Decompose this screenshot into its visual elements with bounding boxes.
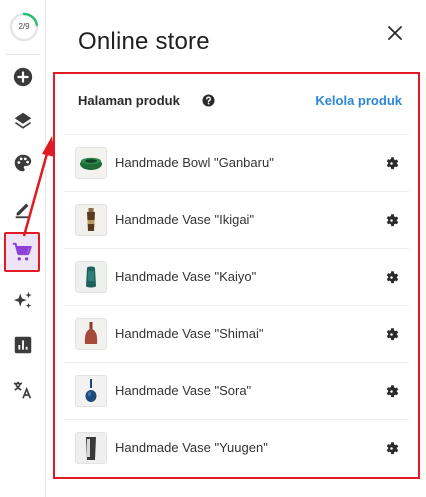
setup-progress-label: 2/9 (18, 22, 30, 31)
product-row[interactable]: Handmade Vase "Yuugen" (64, 419, 409, 476)
left-toolbar: 2/9 (0, 0, 46, 497)
close-icon (388, 26, 402, 40)
section-title: Halaman produk (78, 93, 180, 108)
chart-icon (14, 336, 32, 354)
product-name: Handmade Vase "Kaiyo" (115, 269, 257, 284)
product-name: Handmade Vase "Shimai" (115, 326, 264, 341)
gear-icon[interactable] (384, 327, 399, 342)
help-icon[interactable] (202, 94, 215, 107)
manage-products-link[interactable]: Kelola produk (315, 93, 402, 108)
product-thumbnail (75, 261, 107, 293)
online-store-button[interactable] (4, 232, 40, 272)
gear-icon[interactable] (384, 156, 399, 171)
gear-icon[interactable] (384, 384, 399, 399)
add-button[interactable] (7, 61, 39, 93)
layers-button[interactable] (7, 105, 39, 137)
translate-icon (13, 381, 32, 399)
gear-icon[interactable] (384, 270, 399, 285)
translate-button[interactable] (7, 374, 39, 406)
close-button[interactable] (384, 22, 406, 44)
product-row[interactable]: Handmade Vase "Sora" (64, 362, 409, 419)
product-name: Handmade Vase "Sora" (115, 383, 252, 398)
product-row[interactable]: Handmade Vase "Shimai" (64, 305, 409, 362)
product-thumbnail (75, 432, 107, 464)
product-row[interactable]: Handmade Bowl "Ganbaru" (64, 134, 409, 191)
add-icon (13, 67, 33, 87)
product-name: Handmade Bowl "Ganbaru" (115, 155, 274, 170)
rail-divider (6, 54, 40, 55)
analytics-button[interactable] (7, 329, 39, 361)
sparkle-icon (13, 291, 32, 309)
theme-button[interactable] (7, 147, 39, 179)
product-name: Handmade Vase "Ikigai" (115, 212, 255, 227)
product-thumbnail (75, 375, 107, 407)
product-row[interactable]: Handmade Vase "Kaiyo" (64, 248, 409, 305)
product-list: Handmade Bowl "Ganbaru" Handmade Vase "I… (64, 134, 409, 476)
product-row[interactable]: Handmade Vase "Ikigai" (64, 191, 409, 248)
edit-button[interactable] (7, 193, 39, 225)
panel-title: Online store (78, 28, 210, 55)
cart-icon (12, 242, 32, 261)
gear-icon[interactable] (384, 213, 399, 228)
edit-icon (15, 203, 31, 219)
product-name: Handmade Vase "Yuugen" (115, 440, 268, 455)
layers-icon (14, 112, 32, 129)
product-pages-header: Halaman produk Kelola produk (78, 92, 404, 110)
palette-icon (14, 154, 32, 172)
product-thumbnail (75, 204, 107, 236)
ai-button[interactable] (7, 285, 39, 317)
gear-icon[interactable] (384, 441, 399, 456)
product-thumbnail (75, 318, 107, 350)
product-thumbnail (75, 147, 107, 179)
